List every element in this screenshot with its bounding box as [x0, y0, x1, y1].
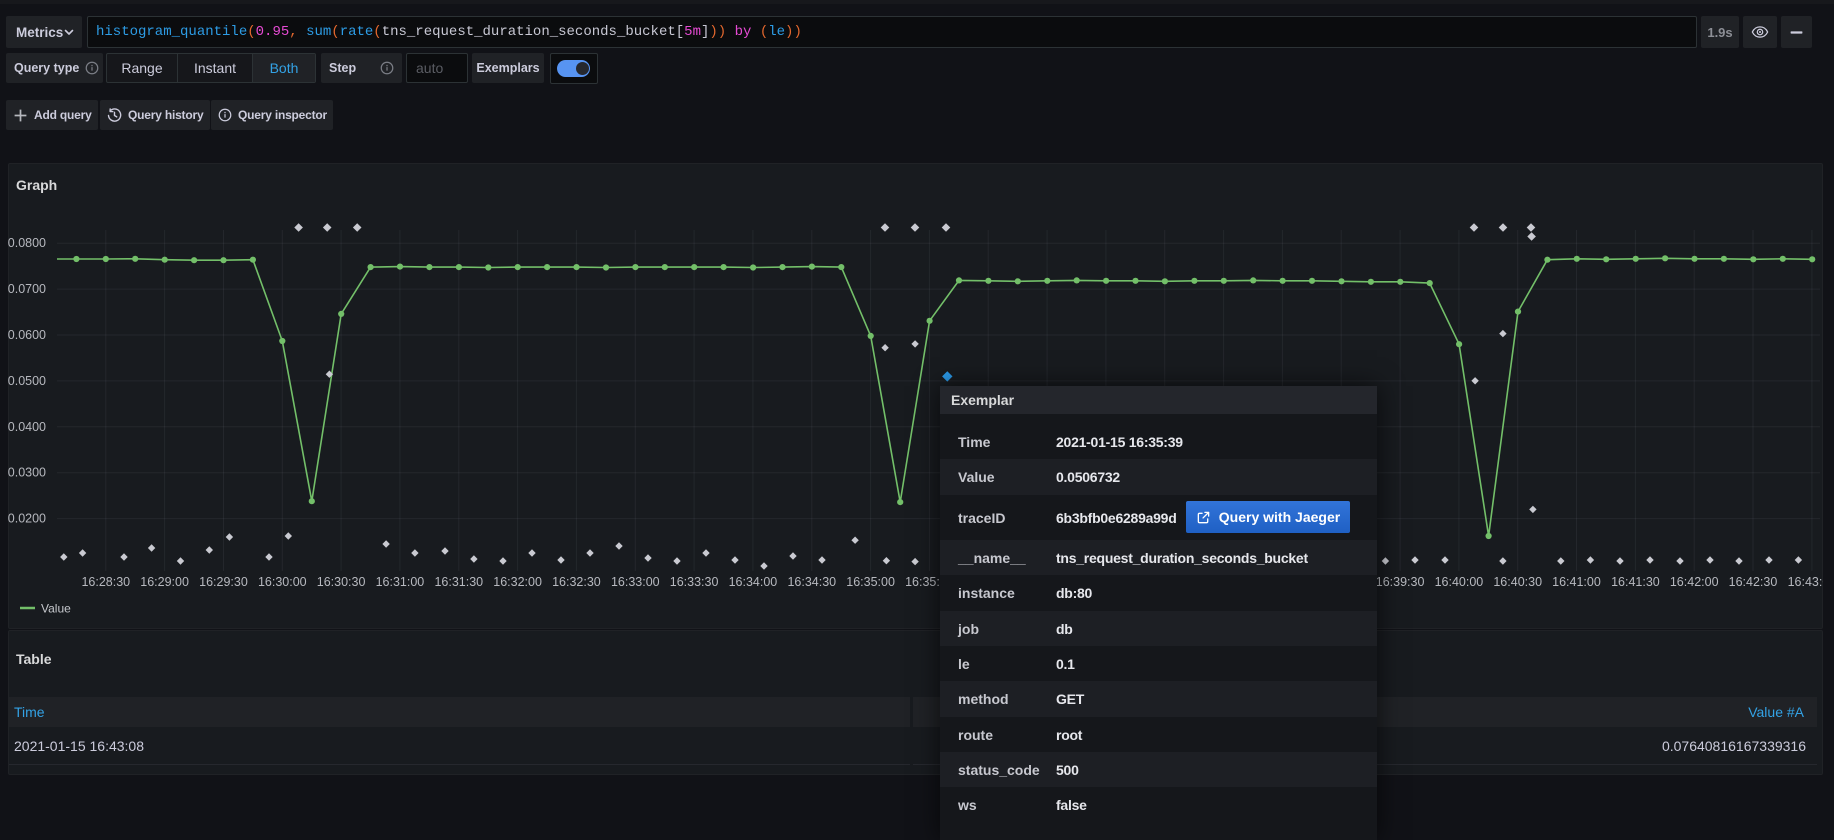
svg-text:16:30:30: 16:30:30 — [317, 575, 366, 589]
svg-text:0.0200: 0.0200 — [8, 512, 46, 526]
svg-text:0.0300: 0.0300 — [8, 466, 46, 480]
svg-text:16:31:00: 16:31:00 — [376, 575, 425, 589]
svg-text:16:41:00: 16:41:00 — [1552, 575, 1601, 589]
svg-text:16:33:30: 16:33:30 — [670, 575, 719, 589]
svg-text:16:41:30: 16:41:30 — [1611, 575, 1660, 589]
svg-text:0.0600: 0.0600 — [8, 328, 46, 342]
svg-text:16:42:30: 16:42:30 — [1729, 575, 1778, 589]
svg-text:0.0700: 0.0700 — [8, 282, 46, 296]
svg-text:16:40:30: 16:40:30 — [1493, 575, 1542, 589]
svg-text:16:29:30: 16:29:30 — [199, 575, 248, 589]
svg-text:16:29:00: 16:29:00 — [140, 575, 189, 589]
svg-text:16:35:00: 16:35:00 — [846, 575, 895, 589]
svg-text:0.0400: 0.0400 — [8, 420, 46, 434]
svg-text:16:43:00: 16:43:00 — [1788, 575, 1823, 589]
svg-text:16:30:00: 16:30:00 — [258, 575, 307, 589]
svg-text:Value: Value — [41, 602, 71, 616]
svg-text:16:32:30: 16:32:30 — [552, 575, 601, 589]
svg-text:16:39:30: 16:39:30 — [1376, 575, 1425, 589]
svg-text:16:32:00: 16:32:00 — [493, 575, 542, 589]
svg-text:16:42:00: 16:42:00 — [1670, 575, 1719, 589]
svg-text:16:34:00: 16:34:00 — [729, 575, 778, 589]
svg-text:16:28:30: 16:28:30 — [81, 575, 130, 589]
svg-text:16:40:00: 16:40:00 — [1435, 575, 1484, 589]
svg-text:16:31:30: 16:31:30 — [434, 575, 483, 589]
svg-text:0.0500: 0.0500 — [8, 374, 46, 388]
svg-text:0.0800: 0.0800 — [8, 236, 46, 250]
svg-text:16:33:00: 16:33:00 — [611, 575, 660, 589]
svg-text:16:34:30: 16:34:30 — [787, 575, 836, 589]
